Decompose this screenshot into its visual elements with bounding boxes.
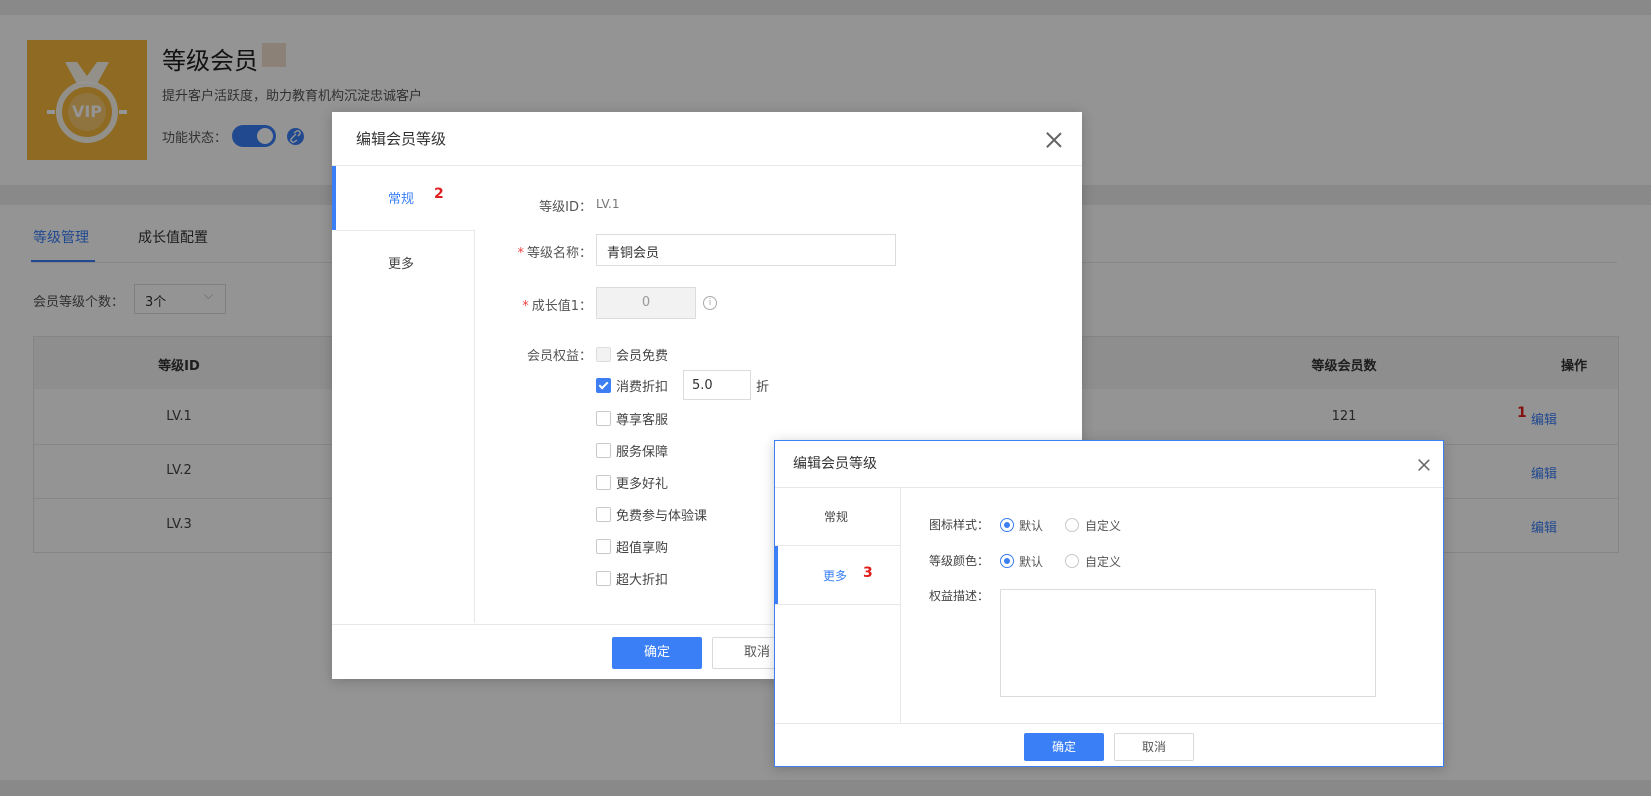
growth-value-label: * 成长值1：: [522, 299, 592, 314]
marker-2: 2: [434, 186, 444, 202]
level-name-label: * 等级名称：: [517, 246, 592, 261]
benefit-label-8: 超大折扣: [616, 573, 669, 588]
dialog1-title: 编辑会员等级: [356, 130, 447, 148]
level-id-label: 等级ID：: [539, 200, 592, 215]
dialog1-tab-general-label: 常规: [388, 192, 415, 207]
dialog2-tab-more-label: 更多: [823, 569, 848, 583]
benefit-label-4: 服务保障: [616, 445, 669, 460]
icon-style-label: 图标样式：: [929, 518, 990, 532]
benefit-label-7: 超值享购: [616, 541, 669, 556]
benefit-checkbox-7[interactable]: [596, 539, 611, 554]
benefit-checkbox-8[interactable]: [596, 571, 611, 586]
dialog2-cancel-button[interactable]: 取消: [1114, 733, 1194, 761]
benefit-label-5: 更多好礼: [616, 477, 669, 492]
benefit-checkbox-1: [596, 347, 611, 362]
icon-style-custom-label: 自定义: [1085, 519, 1122, 533]
level-color-custom-radio[interactable]: [1065, 554, 1079, 568]
dialog2-tab-general-label: 常规: [824, 510, 849, 524]
benefit-checkbox-5[interactable]: [596, 475, 611, 490]
benefit-checkbox-6[interactable]: [596, 507, 611, 522]
icon-style-default-radio[interactable]: [1000, 518, 1014, 532]
level-name-input[interactable]: 青铜会员: [596, 234, 896, 266]
dialog2-tab-general[interactable]: 常规: [775, 488, 900, 545]
benefit-label-6: 免费参与体验课: [616, 509, 708, 524]
benefit-checkbox-4[interactable]: [596, 443, 611, 458]
benefit-checkbox-2[interactable]: [596, 378, 611, 393]
dialog1-close-icon[interactable]: [1046, 132, 1062, 148]
dialog2-tab-more[interactable]: 更多 3: [775, 546, 901, 604]
benefit-label-2: 消费折扣: [616, 380, 669, 395]
benefit-label-1: 会员免费: [616, 349, 669, 364]
dialog1-tab-more-label: 更多: [388, 257, 415, 272]
dialog1-tab-more[interactable]: 更多: [332, 231, 474, 295]
dialog1-confirm-button[interactable]: 确定: [612, 637, 702, 669]
level-color-custom-label: 自定义: [1085, 555, 1122, 569]
benefit-checkbox-3[interactable]: [596, 411, 611, 426]
benefits-label: 会员权益：: [526, 349, 592, 364]
level-color-label: 等级颜色：: [929, 554, 990, 568]
benefit-desc-textarea[interactable]: [1000, 589, 1376, 697]
edit-level-dialog-more: 编辑会员等级 常规 更多 3 图标样式： 默认 自定义 等级颜色： 默认 自定义…: [774, 440, 1444, 767]
icon-style-custom-radio[interactable]: [1065, 518, 1079, 532]
level-id-value: LV.1: [596, 197, 620, 211]
dialog2-title: 编辑会员等级: [793, 456, 877, 472]
growth-value-input: 0: [596, 287, 696, 319]
dialog2-confirm-button[interactable]: 确定: [1024, 733, 1104, 761]
level-color-default-radio[interactable]: [1000, 554, 1014, 568]
info-icon[interactable]: i: [703, 296, 717, 310]
marker-3: 3: [863, 565, 873, 581]
benefit-desc-label: 权益描述：: [929, 589, 990, 603]
dialog2-close-icon[interactable]: [1418, 459, 1430, 471]
discount-input[interactable]: 5.0: [683, 370, 751, 400]
benefit-label-3: 尊享客服: [616, 413, 669, 428]
icon-style-default-label: 默认: [1019, 519, 1044, 533]
level-color-default-label: 默认: [1019, 555, 1044, 569]
dialog1-tab-general[interactable]: 常规 2: [332, 166, 474, 230]
discount-unit: 折: [756, 380, 770, 395]
